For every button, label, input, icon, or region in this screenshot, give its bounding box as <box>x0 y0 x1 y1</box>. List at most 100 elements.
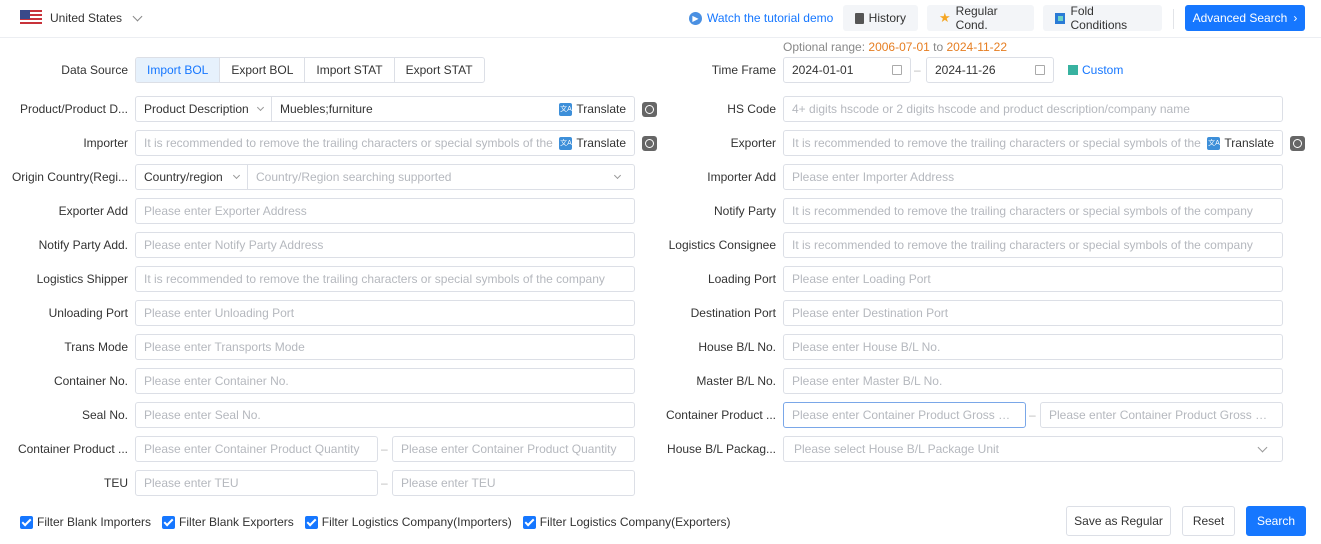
notify-party-input[interactable]: It is recommended to remove the trailing… <box>783 198 1283 224</box>
chevron-down-icon <box>132 11 143 21</box>
notify-party-label: Notify Party <box>713 204 776 218</box>
exporter-add-label: Exporter Add <box>58 204 128 218</box>
importer-placeholder: It is recommended to remove the trailing… <box>144 136 553 150</box>
checkbox-checked-icon <box>20 515 33 529</box>
data-source-label: Data Source <box>61 63 128 77</box>
teu-min-placeholder: Please enter TEU <box>144 476 239 490</box>
custom-icon <box>1068 65 1078 75</box>
container-no-input[interactable]: Please enter Container No. <box>135 368 635 394</box>
filter-checkboxes: Filter Blank Importers Filter Blank Expo… <box>20 515 742 529</box>
destination-port-placeholder: Please enter Destination Port <box>792 306 949 320</box>
country-selector[interactable]: United States <box>20 10 143 26</box>
range-to-word: to <box>933 40 944 54</box>
origin-label: Origin Country(Regi... <box>11 170 128 184</box>
regular-conditions-button[interactable]: ★ Regular Cond. <box>927 4 1034 32</box>
origin-type-select[interactable]: Country/region <box>135 164 248 190</box>
origin-country-select[interactable]: Country/Region searching supported <box>247 164 635 190</box>
custom-date-button[interactable]: Custom <box>1068 63 1123 77</box>
reset-button[interactable]: Reset <box>1182 506 1235 536</box>
teu-max-input[interactable]: Please enter TEU <box>392 470 635 496</box>
master-bl-placeholder: Please enter Master B/L No. <box>792 374 943 388</box>
translate-label: Translate <box>576 102 626 116</box>
top-bar: United States ▶ Watch the tutorial demo … <box>0 0 1321 38</box>
house-bl-label: House B/L No. <box>698 340 776 354</box>
container-qty-max-input[interactable]: Please enter Container Product Quantity <box>392 436 635 462</box>
loading-port-input[interactable]: Please enter Loading Port <box>783 266 1283 292</box>
translate-icon: 文A <box>559 102 573 116</box>
product-input[interactable]: Muebles;furniture 文A Translate <box>271 96 635 122</box>
star-icon: ★ <box>939 10 951 25</box>
translate-button[interactable]: 文A Translate <box>559 136 626 150</box>
tab-export-stat[interactable]: Export STAT <box>395 58 484 82</box>
container-no-label: Container No. <box>53 374 128 388</box>
gross-weight-min-placeholder: Please enter Container Product Gross Wei… <box>792 408 1017 422</box>
translate-button[interactable]: 文A Translate <box>1207 136 1274 150</box>
house-bl-input[interactable]: Please enter House B/L No. <box>783 334 1283 360</box>
end-date-input[interactable]: 2024-11-26 <box>926 57 1054 83</box>
history-label: History <box>868 11 906 25</box>
destination-port-input[interactable]: Please enter Destination Port <box>783 300 1283 326</box>
package-unit-select[interactable]: Please select House B/L Package Unit <box>783 436 1283 462</box>
checkbox-checked-icon <box>522 515 536 529</box>
regular-label: Regular Cond. <box>955 4 998 32</box>
range-label: Optional range: <box>783 40 866 54</box>
importer-address-input[interactable]: Please enter Importer Address <box>783 164 1283 190</box>
chevron-right-icon: › <box>1293 11 1298 25</box>
end-date-value: 2024-11-26 <box>935 63 996 77</box>
trans-mode-placeholder: Please enter Transports Mode <box>144 340 305 354</box>
logistics-consignee-input[interactable]: It is recommended to remove the trailing… <box>783 232 1283 258</box>
hs-code-input[interactable]: 4+ digits hscode or 2 digits hscode and … <box>783 96 1283 122</box>
gross-weight-min-input[interactable]: Please enter Container Product Gross Wei… <box>783 402 1026 428</box>
unloading-port-input[interactable]: Please enter Unloading Port <box>135 300 635 326</box>
filter-logistics-importers-checkbox[interactable]: Filter Logistics Company(Importers) <box>304 515 512 529</box>
notify-party-add-label: Notify Party Add. <box>38 238 128 252</box>
trans-mode-label: Trans Mode <box>64 340 128 354</box>
tab-export-bol[interactable]: Export BOL <box>220 58 306 82</box>
gross-weight-max-placeholder: Please enter Container Product Gross Wei… <box>1049 408 1274 422</box>
search-extension-icon[interactable] <box>1290 136 1305 151</box>
package-unit-label: House B/L Packag... <box>667 442 776 456</box>
notify-party-address-input[interactable]: Please enter Notify Party Address <box>135 232 635 258</box>
exporter-address-input[interactable]: Please enter Exporter Address <box>135 198 635 224</box>
seal-no-input[interactable]: Please enter Seal No. <box>135 402 635 428</box>
search-extension-icon[interactable] <box>642 102 657 117</box>
teu-max-placeholder: Please enter TEU <box>401 476 496 490</box>
master-bl-label: Master B/L No. <box>696 374 776 388</box>
filter-blank-importers-checkbox[interactable]: Filter Blank Importers <box>20 515 151 529</box>
search-extension-icon[interactable] <box>642 136 657 151</box>
tab-import-bol[interactable]: Import BOL <box>136 58 221 82</box>
importer-add-label: Importer Add <box>707 170 776 184</box>
container-qty-min-input[interactable]: Please enter Container Product Quantity <box>135 436 378 462</box>
fold-conditions-button[interactable]: Fold Conditions <box>1043 4 1162 32</box>
start-date-input[interactable]: 2024-01-01 <box>783 57 911 83</box>
logistics-shipper-input[interactable]: It is recommended to remove the trailing… <box>135 266 635 292</box>
trans-mode-input[interactable]: Please enter Transports Mode <box>135 334 635 360</box>
filter-blank-exporters-checkbox[interactable]: Filter Blank Exporters <box>162 515 294 529</box>
advanced-search-button[interactable]: Advanced Search › <box>1185 5 1305 31</box>
history-button[interactable]: History <box>843 5 918 31</box>
history-icon <box>855 12 864 24</box>
product-type-value: Product Description <box>144 102 249 116</box>
save-as-regular-button[interactable]: Save as Regular <box>1066 506 1171 536</box>
filter-logistics-exporters-checkbox[interactable]: Filter Logistics Company(Exporters) <box>522 515 731 529</box>
teu-min-input[interactable]: Please enter TEU <box>135 470 378 496</box>
product-type-select[interactable]: Product Description <box>135 96 272 122</box>
master-bl-input[interactable]: Please enter Master B/L No. <box>783 368 1283 394</box>
container-qty-max-placeholder: Please enter Container Product Quantity <box>401 442 617 456</box>
gross-weight-max-input[interactable]: Please enter Container Product Gross Wei… <box>1040 402 1283 428</box>
hs-code-label: HS Code <box>727 102 776 116</box>
chevron-down-icon <box>1257 442 1268 453</box>
fold-icon <box>1055 12 1066 24</box>
tutorial-link[interactable]: ▶ Watch the tutorial demo <box>689 11 833 25</box>
container-qty-label: Container Product ... <box>17 442 128 456</box>
advanced-label: Advanced Search <box>1192 11 1288 25</box>
search-button[interactable]: Search <box>1246 506 1306 536</box>
exporter-placeholder: It is recommended to remove the trailing… <box>792 136 1201 150</box>
translate-button[interactable]: 文A Translate <box>559 102 626 116</box>
date-separator: – <box>914 63 921 77</box>
loading-port-placeholder: Please enter Loading Port <box>792 272 931 286</box>
exporter-input[interactable]: It is recommended to remove the trailing… <box>783 130 1283 156</box>
importer-input[interactable]: It is recommended to remove the trailing… <box>135 130 635 156</box>
tab-import-stat[interactable]: Import STAT <box>305 58 395 82</box>
origin-placeholder: Country/Region searching supported <box>256 170 452 184</box>
